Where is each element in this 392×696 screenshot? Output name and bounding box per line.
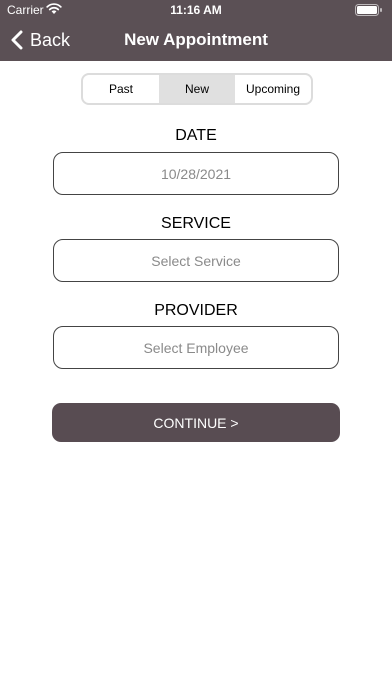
appointment-tabs: Past New Upcoming	[81, 73, 313, 105]
continue-button[interactable]: CONTINUE >	[52, 403, 340, 442]
date-label: DATE	[175, 127, 217, 144]
tab-past[interactable]: Past	[83, 75, 159, 103]
service-label: SERVICE	[161, 215, 231, 232]
header-bar: Carrier 11:16 AM Back New Appointment	[0, 0, 392, 61]
page-title: New Appointment	[124, 30, 268, 49]
tab-upcoming[interactable]: Upcoming	[235, 75, 311, 103]
service-field[interactable]: Select Service	[53, 239, 339, 282]
status-time: 11:16 AM	[170, 3, 222, 17]
provider-field[interactable]: Select Employee	[53, 326, 339, 369]
status-bar: Carrier 11:16 AM	[0, 0, 392, 20]
tab-new[interactable]: New	[159, 75, 235, 103]
date-field[interactable]: 10/28/2021	[53, 152, 339, 195]
provider-label: PROVIDER	[154, 302, 238, 319]
battery-icon	[355, 4, 382, 16]
